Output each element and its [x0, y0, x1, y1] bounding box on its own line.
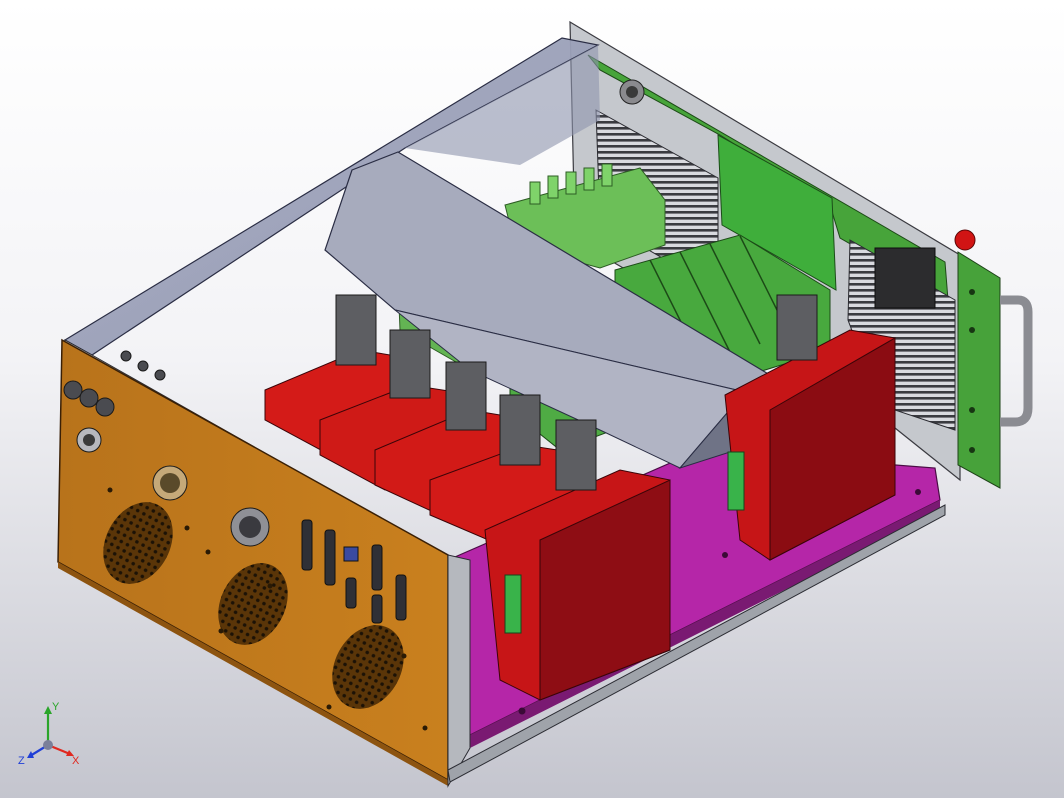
- cad-graphics-area[interactable]: Y X Z: [0, 0, 1064, 798]
- carry-handle[interactable]: [1000, 295, 1033, 427]
- glass-top-cover-rear: [405, 45, 600, 165]
- right-mounting-flange: [957, 251, 1001, 489]
- power-connector: [874, 247, 936, 309]
- emergency-button[interactable]: [954, 229, 976, 251]
- front-right-rail: [447, 554, 471, 788]
- x-axis-label: X: [72, 755, 80, 767]
- z-axis-label: Z: [18, 755, 25, 767]
- enclosure-3d-model[interactable]: [0, 0, 1064, 798]
- orientation-triad[interactable]: Y X Z: [18, 700, 88, 775]
- y-axis-label: Y: [52, 701, 60, 713]
